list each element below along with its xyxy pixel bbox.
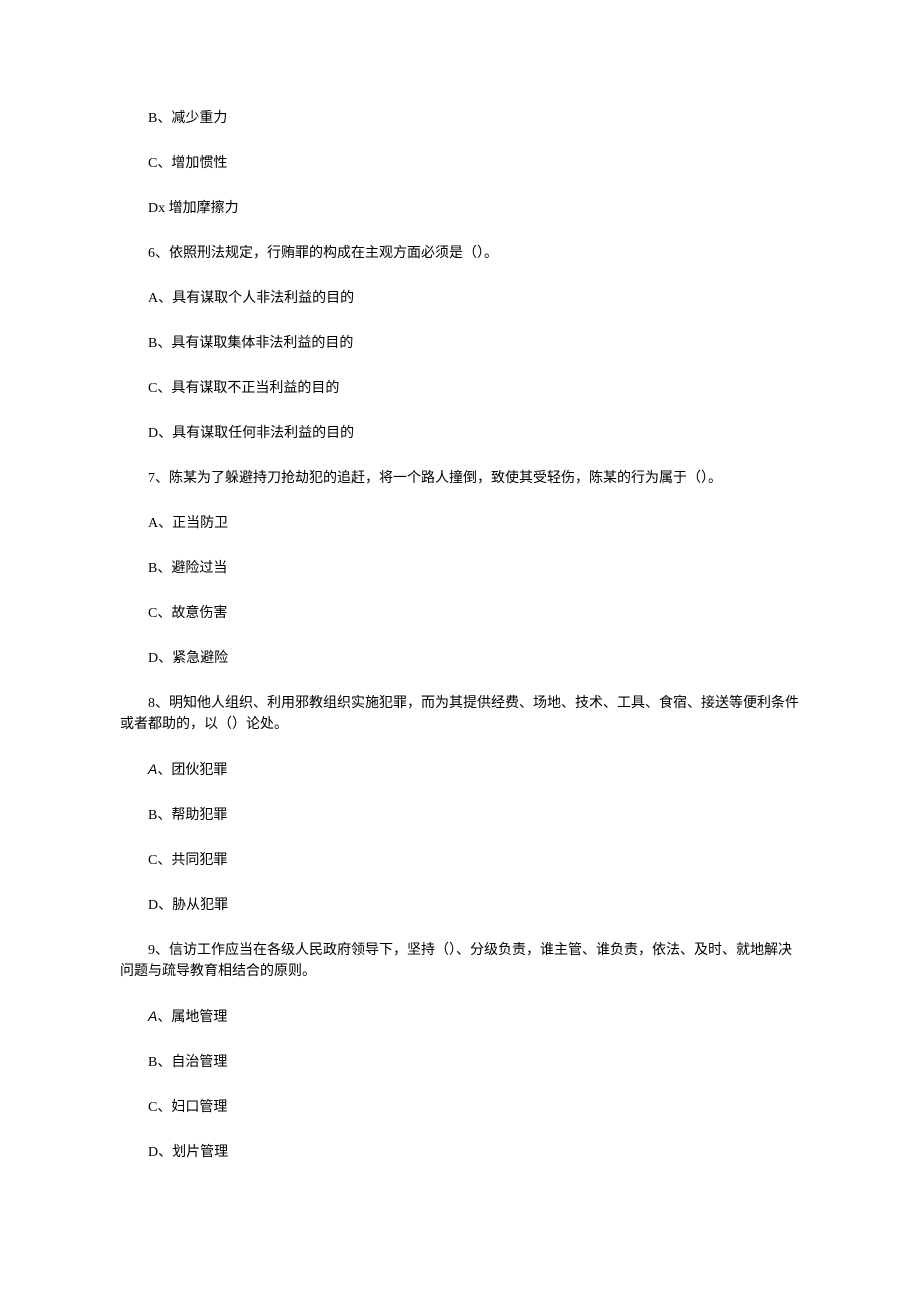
question-8: 8、明知他人组织、利用邪教组织实施犯罪，而为其提供经费、场地、技术、工具、食宿、… — [120, 693, 800, 735]
text: 、属地管理 — [157, 1010, 227, 1025]
question-6: 6、依照刑法规定，行贿罪的构成在主观方面必须是（）。 — [120, 243, 800, 264]
document-page: B、减少重力 C、增加惯性 Dx 增加摩擦力 6、依照刑法规定，行贿罪的构成在主… — [0, 0, 920, 1301]
option-7A: A、正当防卫 — [120, 513, 800, 534]
option-6A: A、具有谋取个人非法利益的目的 — [120, 288, 800, 309]
option-5C: C、增加惯性 — [120, 153, 800, 174]
option-7C: C、故意伤害 — [120, 603, 800, 624]
option-6B: B、具有谋取集体非法利益的目的 — [120, 333, 800, 354]
option-7B: B、避险过当 — [120, 558, 800, 579]
text: D、胁从犯罪 — [148, 898, 228, 913]
prefix-A: A — [148, 1008, 157, 1024]
text: C、共同犯罪 — [148, 853, 227, 868]
text: C、具有谋取不正当利益的目的 — [148, 381, 339, 396]
option-6C: C、具有谋取不正当利益的目的 — [120, 378, 800, 399]
option-5D: Dx 增加摩擦力 — [120, 198, 800, 219]
option-8B: B、帮助犯罪 — [120, 805, 800, 826]
text: 、团伙犯罪 — [157, 763, 227, 778]
question-7: 7、陈某为了躲避持刀抢劫犯的追赶，将一个路人撞倒，致使其受轻伤，陈某的行为属于（… — [120, 468, 800, 489]
text: B、帮助犯罪 — [148, 808, 227, 823]
question-9: 9、信访工作应当在各级人民政府领导下，坚持（）、分级负责，谁主管、谁负责，依法、… — [120, 940, 800, 982]
text: D、紧急避险 — [148, 651, 228, 666]
prefix-A: A — [148, 761, 157, 777]
option-6D: D、具有谋取任何非法利益的目的 — [120, 423, 800, 444]
option-8C: C、共同犯罪 — [120, 850, 800, 871]
text: 6、依照刑法规定，行贿罪的构成在主观方面必须是（）。 — [148, 246, 498, 261]
text: B、避险过当 — [148, 561, 227, 576]
text: 7、陈某为了躲避持刀抢劫犯的追赶，将一个路人撞倒，致使其受轻伤，陈某的行为属于（… — [148, 471, 722, 486]
text: C、妇口管理 — [148, 1100, 227, 1115]
text: D、划片管理 — [148, 1145, 228, 1160]
option-8A: A、团伙犯罪 — [120, 759, 800, 781]
option-9D: D、划片管理 — [120, 1142, 800, 1163]
text: 8、明知他人组织、利用邪教组织实施犯罪，而为其提供经费、场地、技术、工具、食宿、… — [120, 696, 799, 732]
option-9A: A、属地管理 — [120, 1006, 800, 1028]
text: B、自治管理 — [148, 1055, 227, 1070]
text: B、具有谋取集体非法利益的目的 — [148, 336, 353, 351]
text: D、具有谋取任何非法利益的目的 — [148, 426, 354, 441]
text: Dx 增加摩擦力 — [148, 201, 239, 216]
text: C、增加惯性 — [148, 156, 227, 171]
option-8D: D、胁从犯罪 — [120, 895, 800, 916]
option-9C: C、妇口管理 — [120, 1097, 800, 1118]
text: 9、信访工作应当在各级人民政府领导下，坚持（）、分级负责，谁主管、谁负责，依法、… — [120, 943, 792, 979]
text: A、具有谋取个人非法利益的目的 — [148, 291, 354, 306]
text: A、正当防卫 — [148, 516, 228, 531]
option-7D: D、紧急避险 — [120, 648, 800, 669]
text: B、减少重力 — [148, 111, 227, 126]
text: C、故意伤害 — [148, 606, 227, 621]
option-9B: B、自治管理 — [120, 1052, 800, 1073]
option-5B: B、减少重力 — [120, 108, 800, 129]
